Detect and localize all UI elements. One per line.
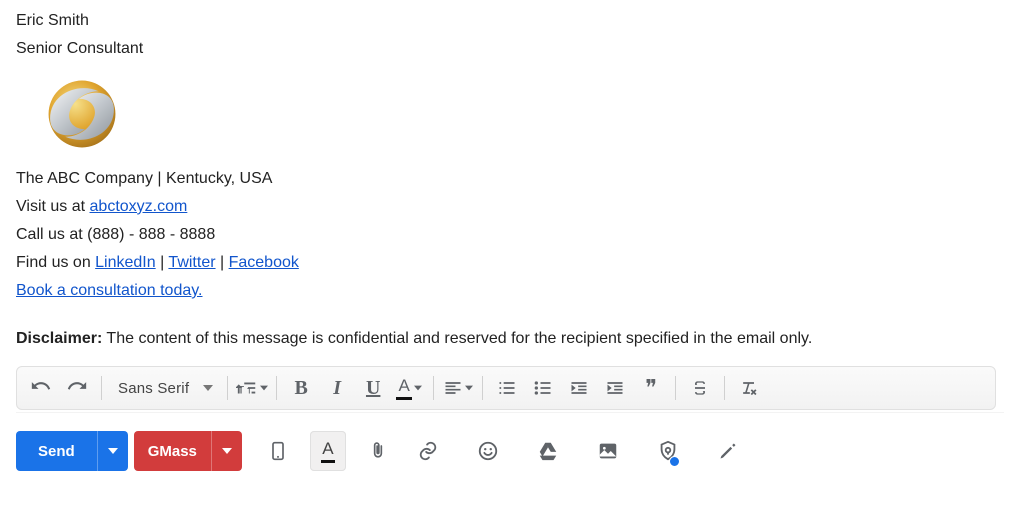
font-size-button[interactable]: тт: [235, 370, 269, 406]
separator: [276, 376, 277, 400]
insert-signature-button[interactable]: [698, 431, 758, 471]
compose-actions: Send GMass A: [16, 427, 999, 475]
font-name: Sans Serif: [118, 380, 189, 397]
strikethrough-button[interactable]: [683, 370, 717, 406]
separator: |: [156, 254, 169, 271]
company-logo: [44, 76, 120, 152]
gmass-button-group: GMass: [134, 431, 242, 471]
twitter-link[interactable]: Twitter: [168, 254, 215, 271]
separator: [227, 376, 228, 400]
formatting-toolbar: Sans Serif тт B I U A ❞: [16, 366, 996, 410]
gmass-options-button[interactable]: [211, 431, 242, 471]
text-color-button[interactable]: A: [392, 370, 426, 406]
website-link[interactable]: abctoxyz.com: [90, 198, 188, 215]
insert-photo-button[interactable]: [578, 431, 638, 471]
visit-line: Visit us at abctoxyz.com: [16, 196, 999, 218]
signature-title: Senior Consultant: [16, 38, 999, 60]
underline-button[interactable]: U: [356, 370, 390, 406]
email-signature: Eric Smith Senior Consultant The ABC Com…: [16, 10, 999, 302]
disclaimer-label: Disclaimer:: [16, 330, 102, 347]
chevron-down-icon: [260, 379, 268, 397]
disclaimer: Disclaimer: The content of this message …: [16, 330, 999, 348]
send-options-button[interactable]: [97, 431, 128, 471]
company-line: The ABC Company | Kentucky, USA: [16, 168, 999, 190]
social-line: Find us on LinkedIn | Twitter | Facebook: [16, 252, 999, 274]
attach-file-button[interactable]: [358, 431, 398, 471]
separator: |: [216, 254, 229, 271]
notification-dot-icon: [669, 456, 680, 467]
gmass-button[interactable]: GMass: [134, 431, 211, 471]
linkedin-link[interactable]: LinkedIn: [95, 254, 156, 271]
divider: [16, 412, 1004, 413]
booking-line: Book a consultation today.: [16, 280, 999, 302]
indent-more-button[interactable]: [598, 370, 632, 406]
separator: [482, 376, 483, 400]
numbered-list-button[interactable]: [490, 370, 524, 406]
confidential-mode-button[interactable]: [638, 431, 698, 471]
separator: [433, 376, 434, 400]
visit-prefix: Visit us at: [16, 198, 90, 215]
device-preview-button[interactable]: [258, 431, 298, 471]
facebook-link[interactable]: Facebook: [229, 254, 299, 271]
chevron-down-icon: [414, 379, 422, 397]
insert-emoji-button[interactable]: [458, 431, 518, 471]
insert-drive-button[interactable]: [518, 431, 578, 471]
disclaimer-text: The content of this message is confident…: [102, 330, 812, 347]
align-button[interactable]: [441, 370, 475, 406]
book-consultation-link[interactable]: Book a consultation today.: [16, 282, 203, 299]
redo-button[interactable]: [60, 370, 94, 406]
send-button-group: Send: [16, 431, 128, 471]
quote-button[interactable]: ❞: [634, 370, 668, 406]
bulleted-list-button[interactable]: [526, 370, 560, 406]
separator: [675, 376, 676, 400]
signature-name: Eric Smith: [16, 10, 999, 32]
remove-formatting-button[interactable]: [732, 370, 766, 406]
font-family-picker[interactable]: Sans Serif: [108, 380, 221, 397]
bold-button[interactable]: B: [284, 370, 318, 406]
undo-button[interactable]: [24, 370, 58, 406]
send-button[interactable]: Send: [16, 431, 97, 471]
call-line: Call us at (888) - 888 - 8888: [16, 224, 999, 246]
italic-button[interactable]: I: [320, 370, 354, 406]
insert-link-button[interactable]: [398, 431, 458, 471]
svg-text:т: т: [238, 382, 245, 397]
separator: [101, 376, 102, 400]
chevron-down-icon: [465, 379, 473, 397]
find-prefix: Find us on: [16, 254, 95, 271]
compose-icon-row: A: [258, 431, 758, 471]
chevron-down-icon: [203, 380, 213, 397]
indent-less-button[interactable]: [562, 370, 596, 406]
separator: [724, 376, 725, 400]
text-style-button[interactable]: A: [310, 431, 346, 471]
svg-text:т: т: [247, 386, 252, 397]
